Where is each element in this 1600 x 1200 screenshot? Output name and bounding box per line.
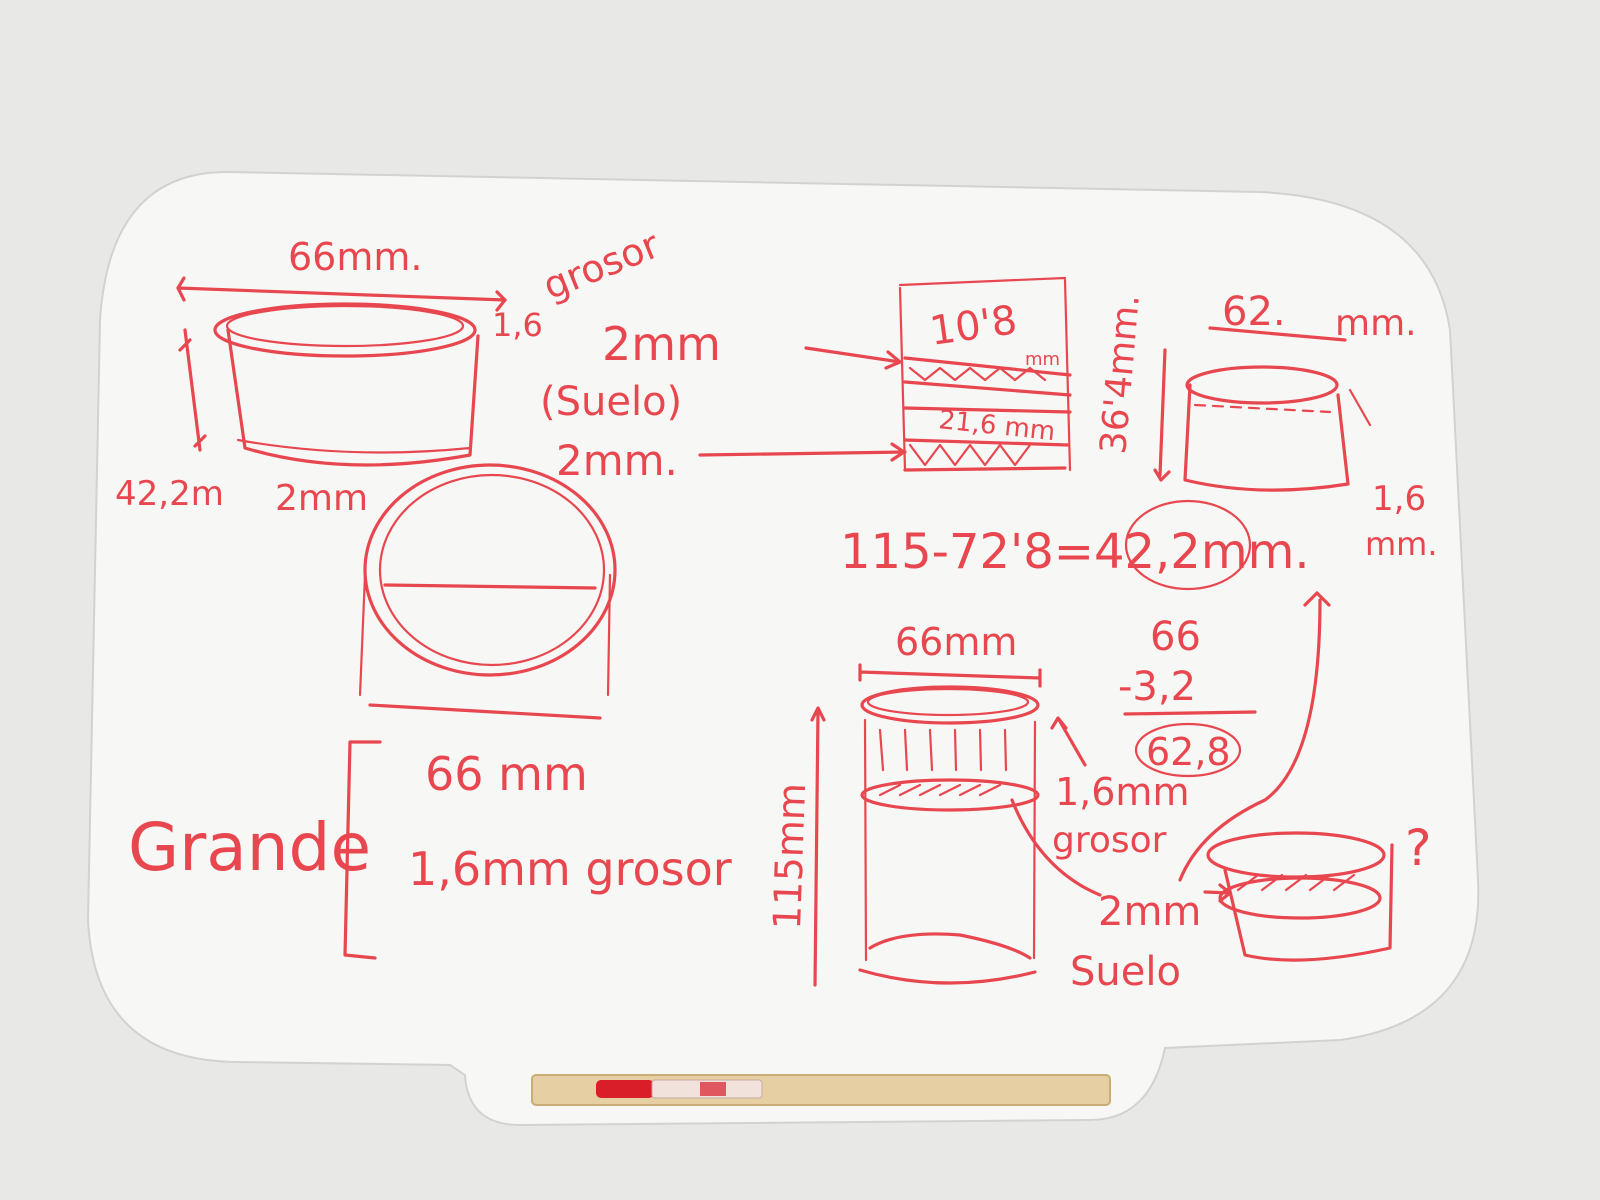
stack-top-unit-label: mm xyxy=(1025,349,1060,370)
center-suelo-label: Suelo xyxy=(1070,949,1181,995)
grande-label: Grande xyxy=(128,809,371,886)
center-width-label: 66mm xyxy=(895,620,1017,664)
question-mark-label: ? xyxy=(1405,819,1432,877)
right-thickness-label: 1,6 xyxy=(1372,479,1426,519)
suelo-paren-label: (Suelo) xyxy=(540,379,682,425)
whiteboard-drawing: 66mm. 1,6 grosor 2mm (Suelo) 2mm. 42,2m … xyxy=(0,0,1600,1200)
center-grosor-label: grosor xyxy=(1052,820,1167,861)
floor-2mm-label: 2mm. xyxy=(556,436,678,485)
grande-thickness-label: 1,6mm grosor xyxy=(408,842,732,896)
center-height-label: 115mm xyxy=(765,782,814,930)
subtraction-result-label: 62,8 xyxy=(1146,730,1231,774)
top-left-thickness-label: 1,6 xyxy=(492,306,543,344)
right-width-unit-label: mm. xyxy=(1335,303,1417,344)
subtraction-a-label: 66 xyxy=(1150,614,1201,660)
height-left-label: 42,2m xyxy=(115,474,224,514)
subtraction-b-label: -3,2 xyxy=(1118,664,1196,710)
center-thickness-label: 1,6mm xyxy=(1055,770,1189,814)
red-marker-icon xyxy=(596,1079,763,1099)
equation-label: 115-72'8=42,2mm. xyxy=(840,524,1310,580)
whiteboard-photo: 66mm. 1,6 grosor 2mm (Suelo) 2mm. 42,2m … xyxy=(0,0,1600,1200)
right-thickness-unit-label: mm. xyxy=(1365,525,1438,563)
right-width-label: 62. xyxy=(1222,289,1286,335)
grande-width-label: 66 mm xyxy=(425,747,588,801)
bottom-2mm-label: 2mm xyxy=(275,478,368,519)
top-left-width-label: 66mm. xyxy=(288,235,422,279)
floor-thickness-label: 2mm xyxy=(602,317,721,371)
center-floor-label: 2mm xyxy=(1098,889,1201,935)
